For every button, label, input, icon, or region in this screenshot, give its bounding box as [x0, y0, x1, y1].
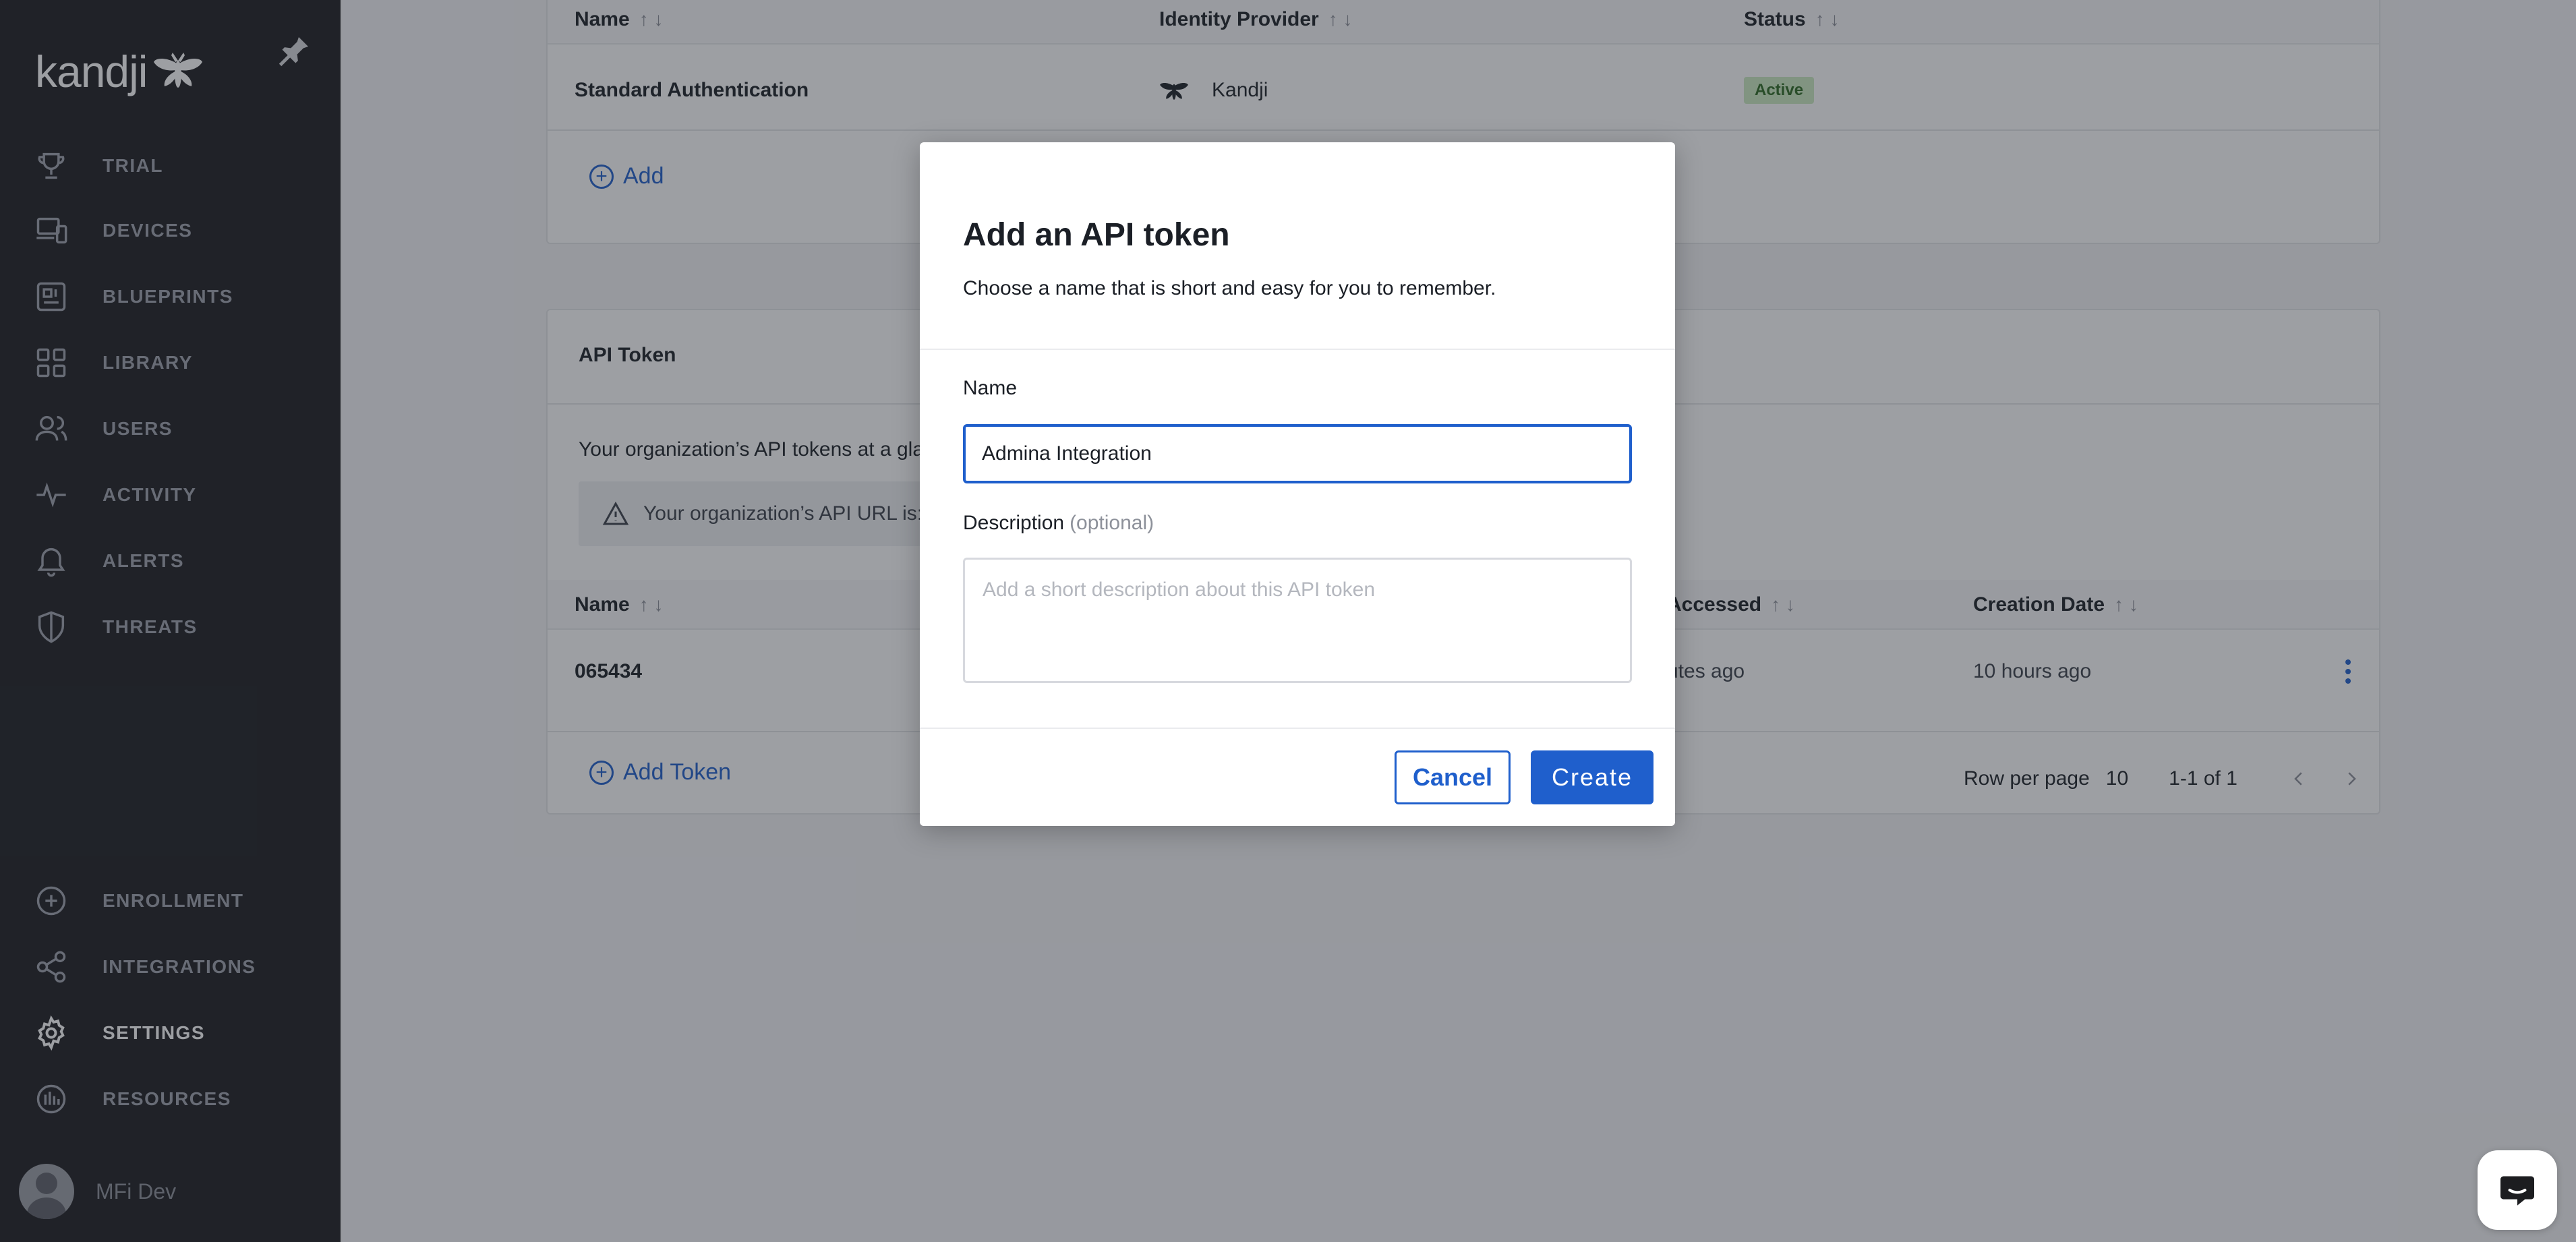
modal-divider: [920, 349, 1675, 350]
modal-divider: [920, 728, 1675, 729]
modal-title: Add an API token: [963, 217, 1230, 253]
create-button[interactable]: Create: [1531, 750, 1653, 804]
token-description-input[interactable]: [963, 558, 1632, 683]
chat-bubble-icon: [2500, 1176, 2534, 1206]
token-name-input[interactable]: [963, 424, 1632, 483]
cancel-button[interactable]: Cancel: [1395, 750, 1511, 804]
modal-subtitle: Choose a name that is short and easy for…: [963, 277, 1496, 299]
name-label: Name: [963, 377, 1018, 399]
chat-widget-button[interactable]: [2478, 1150, 2557, 1230]
description-label: Description (optional): [963, 512, 1154, 534]
add-api-token-modal: Add an API token Choose a name that is s…: [920, 142, 1675, 826]
optional-hint: (optional): [1070, 512, 1154, 534]
